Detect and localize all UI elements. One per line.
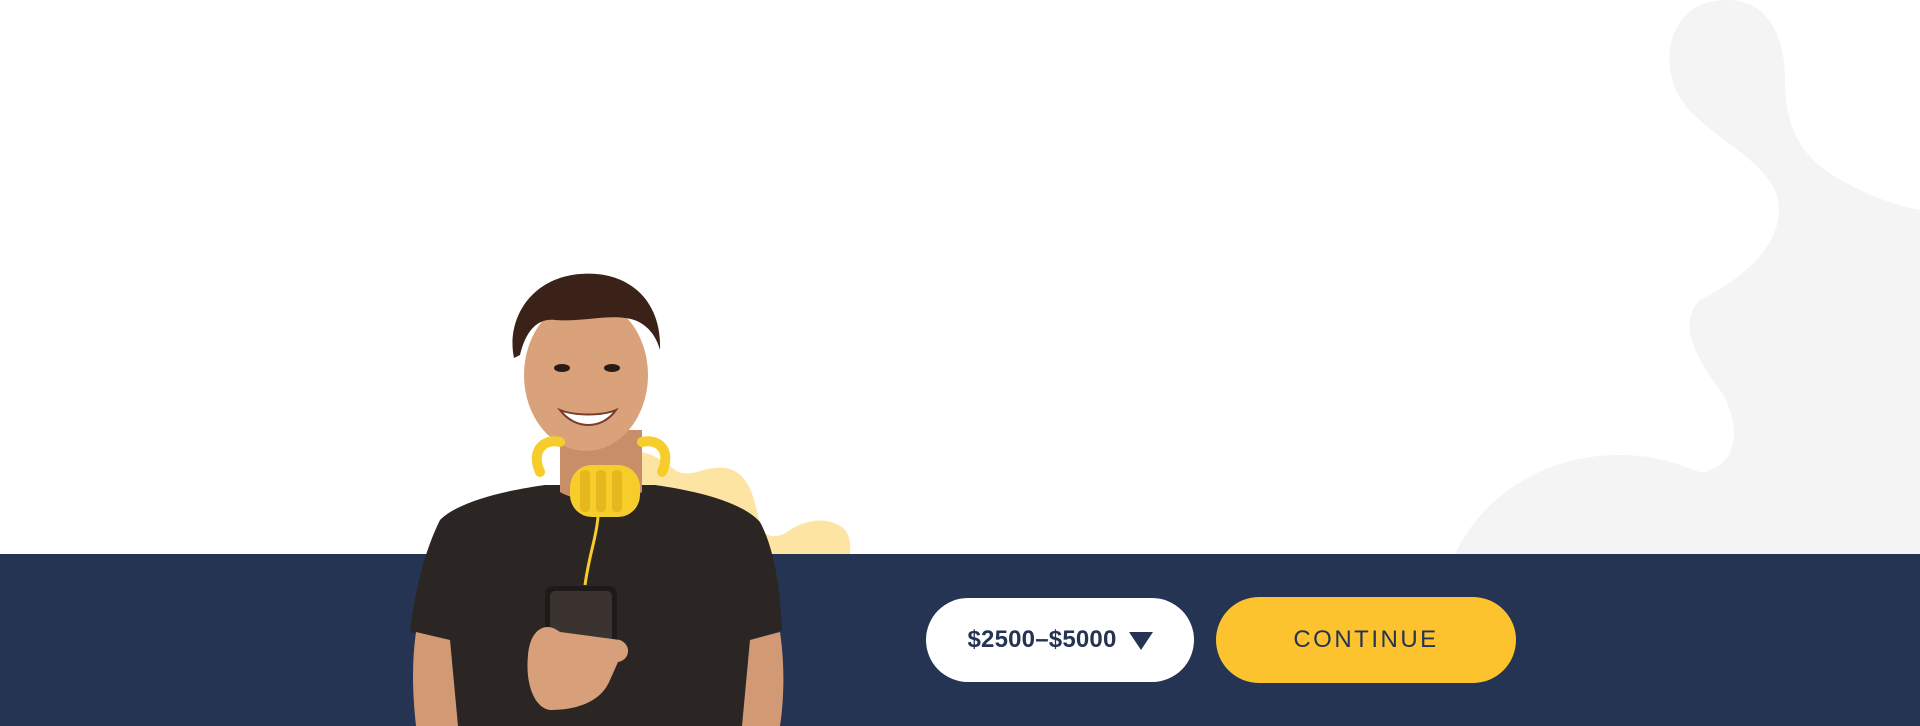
right-eye	[604, 364, 620, 372]
amount-range-value: $2500–$5000	[967, 626, 1117, 653]
headphone-ridge	[596, 470, 606, 512]
left-eye	[554, 364, 570, 372]
caret-down-icon	[1128, 632, 1153, 650]
page: $2500–$5000 CONTINUE	[0, 0, 1920, 726]
face-shape	[524, 299, 648, 451]
form-controls: $2500–$5000 CONTINUE	[926, 597, 1516, 683]
continue-button[interactable]: CONTINUE	[1216, 597, 1516, 683]
headphone-ridge	[580, 470, 590, 512]
amount-range-select[interactable]: $2500–$5000	[926, 598, 1194, 682]
headphone-ridge	[612, 470, 622, 512]
hero-person-illustration	[410, 273, 784, 726]
gray-blob-shape	[1455, 0, 1920, 554]
